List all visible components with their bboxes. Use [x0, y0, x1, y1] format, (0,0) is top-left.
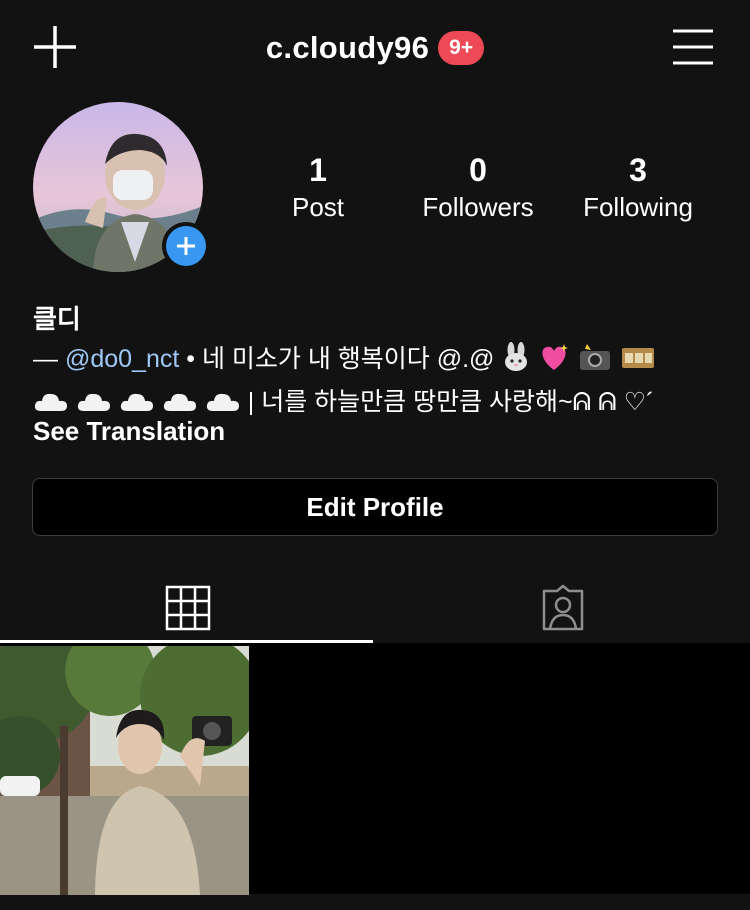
tagged-person-icon [542, 584, 583, 631]
grid-icon [165, 585, 210, 631]
add-story-button[interactable] [162, 222, 210, 270]
see-translation-link[interactable]: See Translation [33, 414, 225, 448]
stat-value: 1 [309, 152, 327, 188]
post-thumbnail[interactable] [0, 646, 249, 895]
bio-text: | 너를 하늘만큼 땅만큼 사랑해~ᕱ ᕱ ♡´ [240, 388, 655, 416]
hamburger-menu-icon[interactable] [672, 28, 714, 66]
bio-line-1: — @do0_nct • 네 미소가 내 행복이다 @.@ [33, 340, 723, 383]
add-story-plus-icon[interactable] [166, 226, 206, 266]
bottom-edge [0, 895, 750, 910]
bio-mention-link[interactable]: @do0_nct [65, 345, 179, 373]
stat-label: Following [583, 192, 693, 222]
username[interactable]: c.cloudy96 [266, 30, 429, 66]
tab-tagged[interactable] [375, 574, 750, 642]
display-name: 클디 [33, 304, 81, 334]
sparkling-heart-emoji-icon [538, 342, 570, 383]
rabbit-emoji-icon [501, 342, 531, 383]
stat-label: Followers [422, 192, 534, 222]
stat-following[interactable]: 3 Following [563, 150, 713, 224]
bio-prefix: — [33, 345, 65, 373]
stat-value: 3 [629, 152, 647, 188]
tab-grid[interactable] [0, 574, 375, 642]
header-title: c.cloudy96 9+ [0, 26, 750, 70]
stat-posts[interactable]: 1 Post [243, 150, 393, 224]
stat-value: 0 [469, 152, 487, 188]
bio-text: • 네 미소가 내 행복이다 @.@ [179, 345, 502, 373]
camera-flash-emoji-icon [577, 342, 613, 383]
film-frames-emoji-icon [620, 342, 656, 383]
stat-followers[interactable]: 0 Followers [403, 150, 553, 224]
stat-label: Post [291, 192, 345, 222]
edit-profile-button[interactable]: Edit Profile [32, 478, 718, 536]
notification-badge[interactable]: 9+ [438, 31, 485, 65]
